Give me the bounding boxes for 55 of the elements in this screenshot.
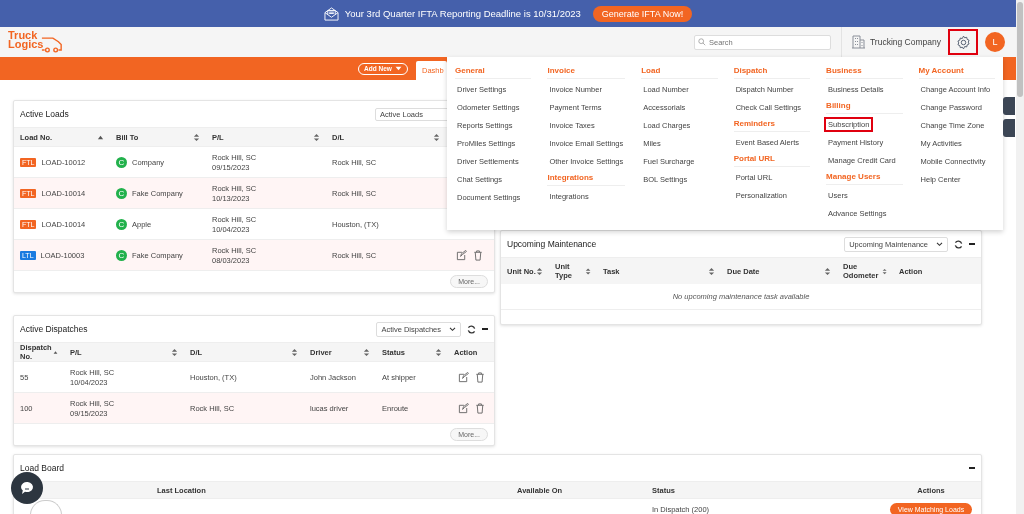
trash-icon[interactable]	[475, 402, 485, 414]
chevron-down-icon[interactable]	[449, 326, 456, 332]
menu-section-title: General	[455, 65, 532, 79]
side-tab[interactable]	[1003, 97, 1015, 115]
sort-icon[interactable]	[536, 266, 543, 276]
sort-icon[interactable]	[363, 347, 370, 357]
gear-icon[interactable]	[955, 34, 971, 50]
envelope-icon	[323, 6, 339, 21]
edit-icon[interactable]	[458, 371, 469, 383]
menu-section-title: Manage Users	[826, 171, 903, 185]
customer-badge: C	[116, 218, 127, 230]
refresh-icon[interactable]	[467, 324, 476, 334]
search-icon	[697, 38, 706, 46]
menu-section-title: Dispatch	[733, 65, 811, 79]
settings-button[interactable]	[948, 29, 978, 55]
card-title: Active Dispatches	[20, 324, 88, 334]
sort-icon[interactable]	[435, 347, 442, 357]
menu-section-title: My Account	[918, 65, 995, 79]
menu-section-title: Integrations	[547, 172, 626, 186]
building-icon	[851, 35, 865, 49]
trash-icon[interactable]	[473, 249, 483, 261]
sort-icon[interactable]	[171, 347, 178, 357]
menu-section-title: Load	[641, 65, 718, 79]
refresh-icon[interactable]	[954, 239, 963, 249]
edit-icon[interactable]	[458, 402, 469, 414]
sort-ascending-icon[interactable]	[97, 133, 104, 141]
chevron-down-icon[interactable]	[936, 241, 943, 247]
sort-icon[interactable]	[824, 266, 831, 276]
chat-bubble-icon[interactable]	[19, 480, 35, 496]
sort-icon[interactable]	[881, 266, 887, 276]
sort-icon[interactable]	[291, 347, 298, 357]
side-tab[interactable]	[1003, 119, 1015, 137]
customer-badge: C	[116, 249, 127, 261]
sort-icon[interactable]	[193, 132, 200, 142]
menu-section-title: Business	[826, 65, 903, 79]
card-title: Load Board	[20, 463, 64, 473]
sort-icon[interactable]	[584, 266, 591, 276]
sort-icon[interactable]	[433, 132, 440, 142]
menu-section-title: Reminders	[733, 118, 811, 132]
company-name[interactable]: Trucking Company	[869, 37, 941, 47]
menu-section-title: Billing	[826, 100, 903, 114]
menu-section-title: Invoice	[547, 65, 626, 79]
edit-icon[interactable]	[456, 249, 467, 261]
menu-section-title: Portal URL	[733, 153, 811, 167]
scrollbar[interactable]	[1016, 0, 1024, 514]
card-title: Upcoming Maintenance	[507, 239, 597, 249]
sort-ascending-icon[interactable]	[52, 348, 58, 356]
customer-badge: C	[116, 156, 127, 168]
sort-icon[interactable]	[708, 266, 715, 276]
caret-icon[interactable]	[394, 66, 402, 71]
customer-badge: C	[116, 187, 127, 199]
sort-icon[interactable]	[313, 132, 320, 142]
banner-message: Your 3rd Quarter IFTA Reporting Deadline is 10/31/2023	[344, 8, 581, 19]
card-title: Active Loads	[20, 109, 69, 119]
trash-icon[interactable]	[475, 371, 485, 383]
